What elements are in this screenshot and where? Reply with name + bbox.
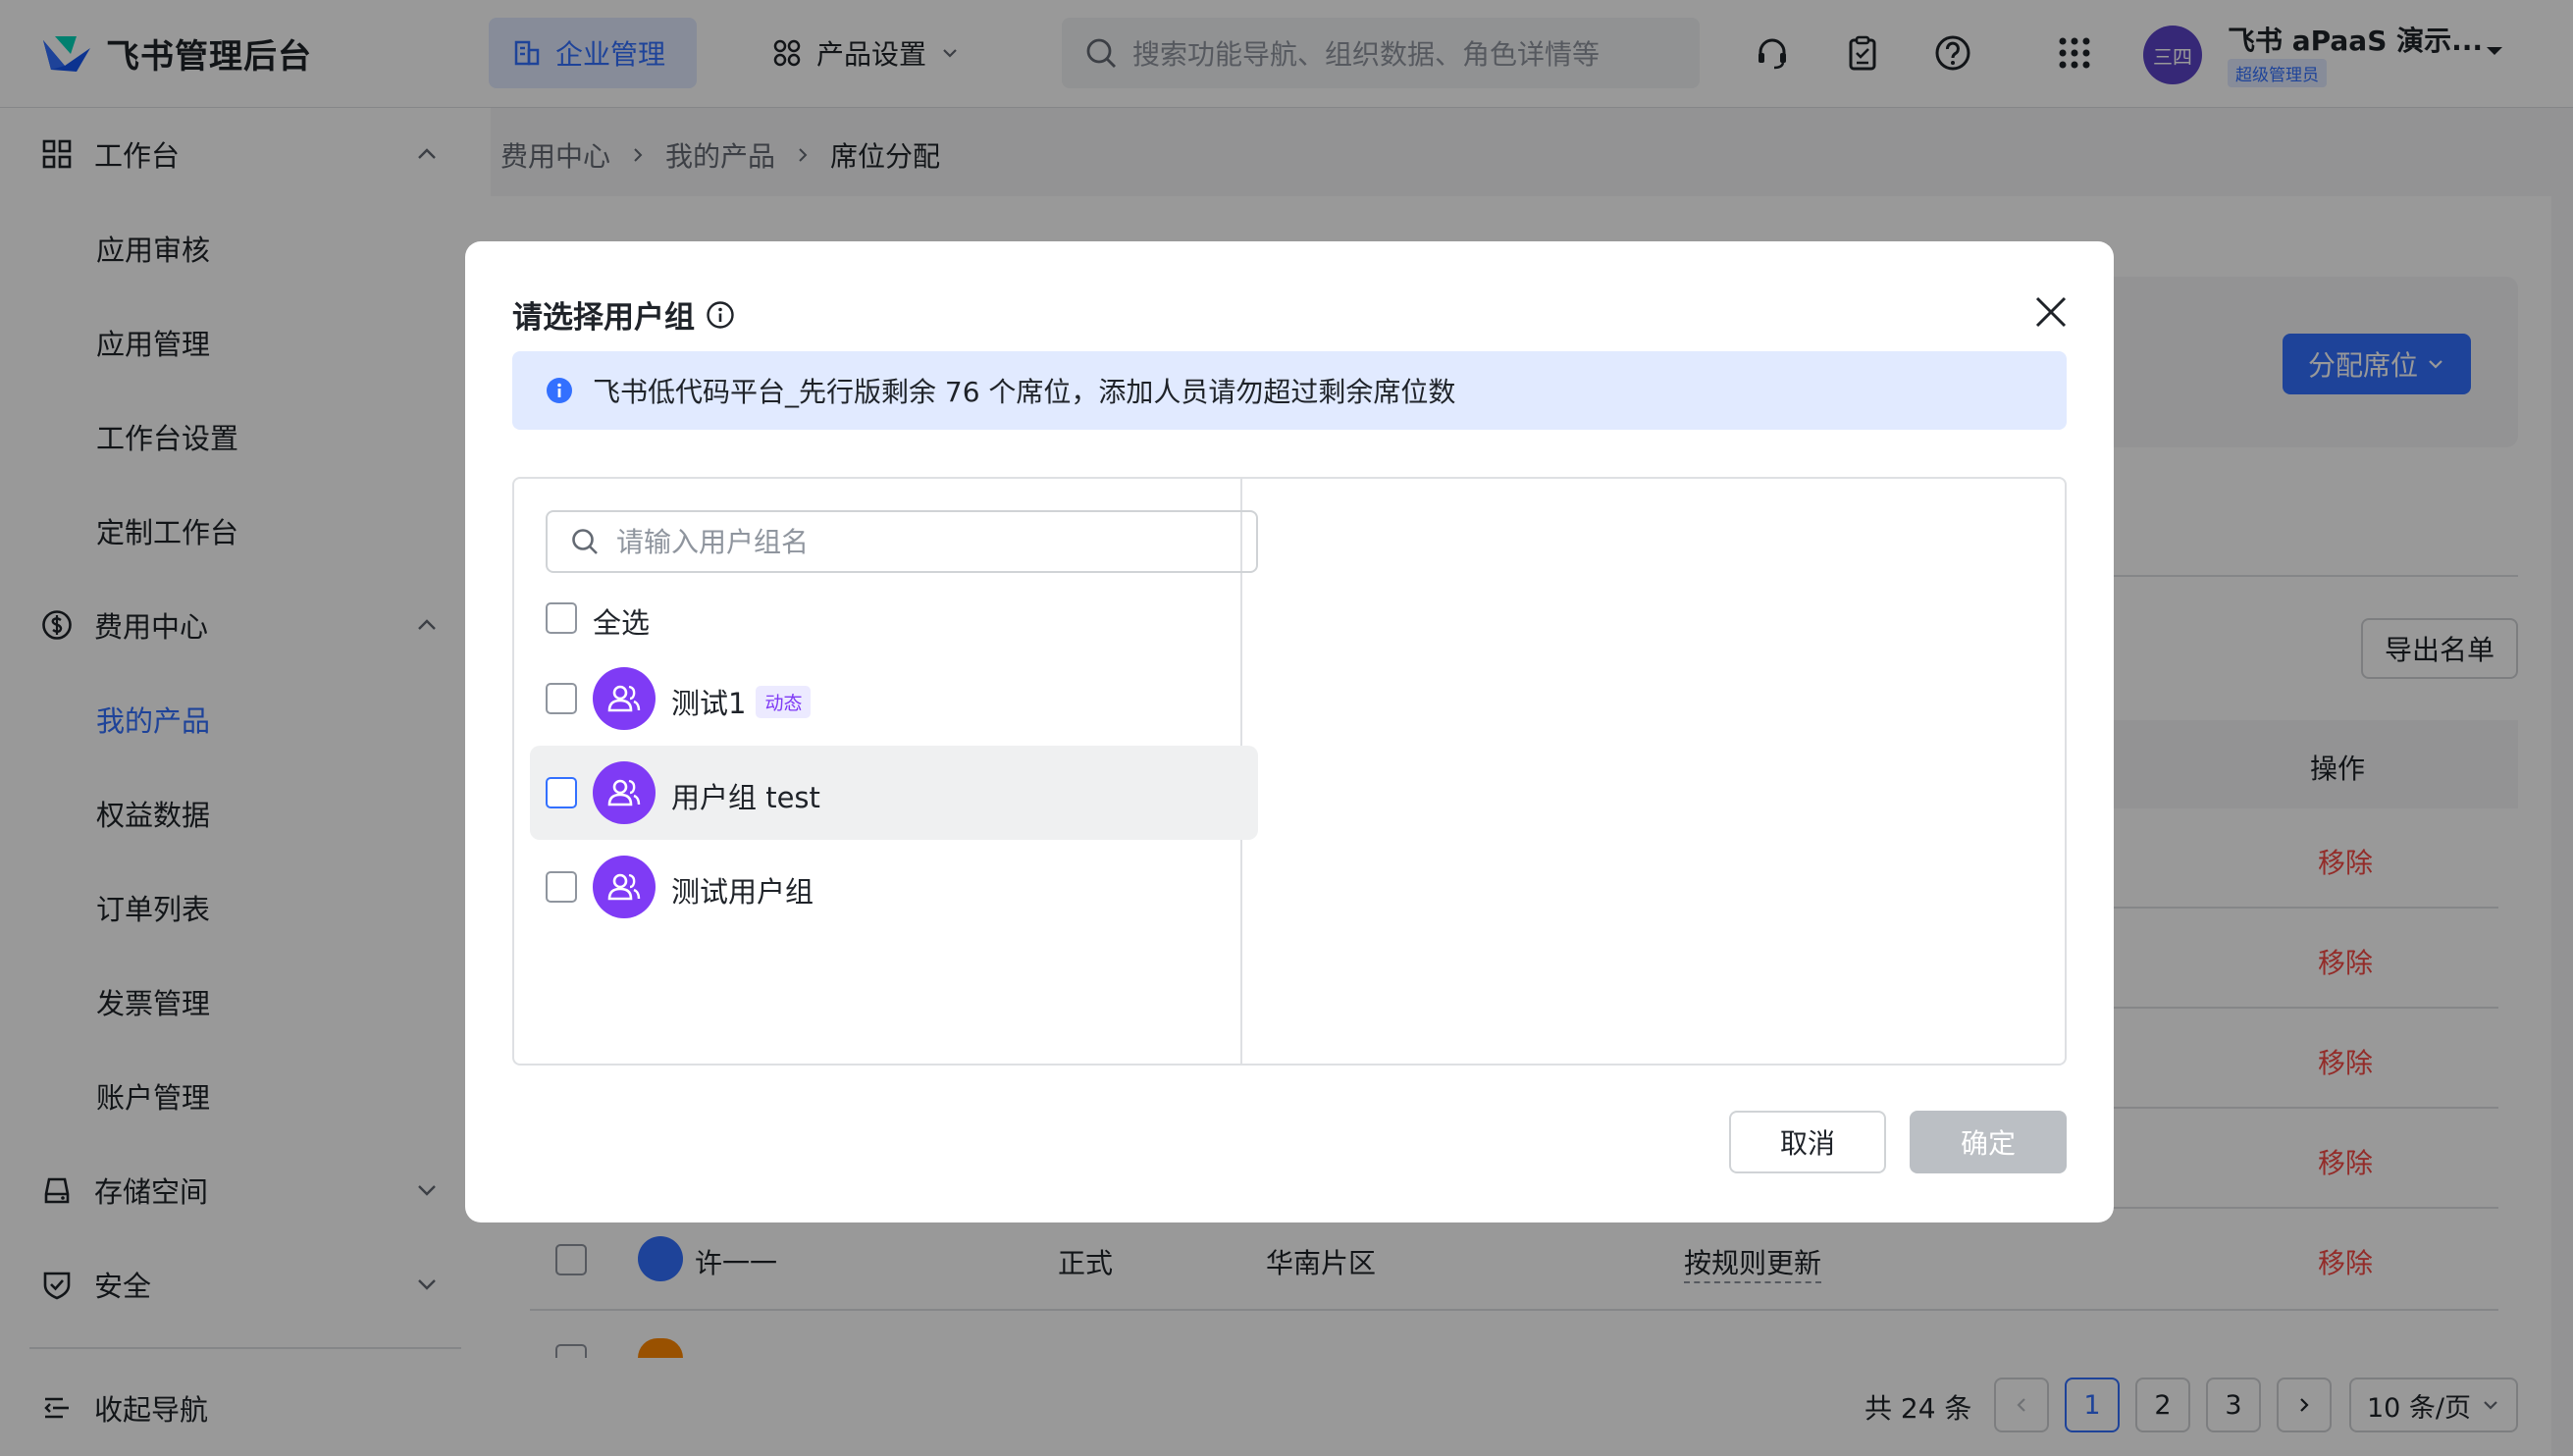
group-name: 测试1	[671, 687, 747, 720]
confirm-button[interactable]: 确定	[1910, 1111, 2067, 1173]
group-item-test-user-group[interactable]: 测试用户组	[671, 869, 814, 910]
select-all-checkbox[interactable]	[546, 602, 577, 634]
group-checkbox-test1[interactable]	[546, 683, 577, 714]
group-checkbox-test-user-group[interactable]	[546, 871, 577, 903]
cancel-button[interactable]: 取消	[1729, 1111, 1886, 1173]
select-all-label[interactable]: 全选	[593, 600, 650, 642]
group-checkbox-user-group-test[interactable]	[546, 777, 577, 808]
seat-notice-banner: 飞书低代码平台_先行版剩余 76 个席位，添加人员请勿超过剩余席位数	[512, 351, 2067, 430]
modal-title: 请选择用户组	[512, 292, 736, 337]
group-item-test1[interactable]: 测试1 动态	[671, 681, 812, 722]
group-search-field[interactable]	[546, 510, 1258, 573]
search-icon	[572, 529, 598, 554]
seat-notice-text: 飞书低代码平台_先行版剩余 76 个席位，添加人员请勿超过剩余席位数	[593, 376, 1456, 408]
user-group-avatar	[593, 667, 656, 730]
group-search-input[interactable]	[616, 525, 1205, 558]
info-filled-icon	[547, 378, 572, 403]
user-group-avatar	[593, 856, 656, 918]
group-name: 用户组 test	[671, 781, 820, 814]
dynamic-tag: 动态	[756, 685, 812, 718]
group-name: 测试用户组	[671, 875, 814, 909]
user-group-icon	[607, 873, 641, 901]
user-group-avatar	[593, 761, 656, 824]
user-group-icon	[607, 685, 641, 712]
modal-title-text: 请选择用户组	[512, 300, 695, 336]
close-icon[interactable]	[2029, 290, 2073, 334]
group-item-user-group-test[interactable]: 用户组 test	[671, 775, 820, 816]
select-user-group-modal: 请选择用户组 飞书低代码平台_先行版剩余 76 个席位，添加人员请勿超过剩余席位…	[465, 241, 2114, 1222]
user-group-icon	[607, 779, 641, 806]
info-circle-icon[interactable]	[705, 299, 736, 331]
